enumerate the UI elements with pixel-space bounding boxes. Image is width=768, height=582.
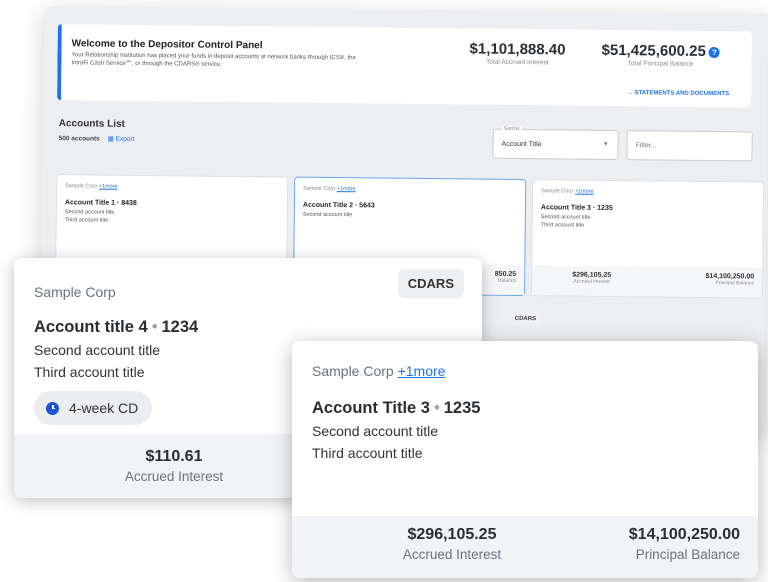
chevron-down-icon: ▾ [604, 140, 608, 148]
info-icon[interactable]: ? [708, 46, 720, 58]
card-corp: Sample Corp [34, 284, 116, 300]
principal-balance-value: $14,100,250.00 [628, 526, 740, 543]
card-corp: Sample Corp +1more [303, 185, 356, 193]
card-corp: Sample Corp +1more [541, 188, 594, 195]
card-corp: Sample Corp +1more [312, 363, 445, 379]
card-corp: Sample Corp +1more [65, 183, 118, 190]
principal-balance-label: Principal Balance [715, 280, 755, 287]
total-principal-label: Total Principal Balance [627, 60, 694, 68]
accrued-interest-label: Accrued Interest [573, 278, 610, 285]
account-card-3-zoomed[interactable]: Sample Corp +1more Account Title 3 • 1235 … [292, 341, 758, 578]
card-subtitle-1: Second account title [34, 342, 161, 358]
welcome-panel: Welcome to the Depositor Control Panel Y… [57, 24, 752, 108]
card-title: Account Title 1 · 8438 [64, 199, 137, 207]
accrued-interest-label: Accrued Interest [124, 469, 224, 484]
cdars-badge: CDARS [510, 312, 541, 326]
card-title: Account Title 3 • 1235 [312, 399, 480, 418]
total-accrued-label: Total Accrued Interest [486, 58, 549, 67]
sort-value: Account Title [501, 140, 542, 149]
cdars-badge: CDARS [397, 269, 464, 298]
account-number: 1235 [443, 399, 481, 417]
welcome-title: Welcome to the Depositor Control Panel [71, 38, 263, 52]
accrued-interest-value: $296,105.25 [407, 526, 497, 543]
filter-placeholder: Filter... [635, 142, 657, 150]
term-chip: 4-week CD [34, 391, 153, 425]
welcome-body: Your Relationship Institution has placed… [71, 52, 356, 68]
card-subtitle-2: Third account title [34, 364, 145, 380]
principal-balance-label: Balance [498, 277, 517, 284]
account-card-3[interactable]: Sample Corp +1more Account Title 3 · 123… [530, 179, 765, 299]
total-principal-value: $51,425,600.25 [601, 41, 706, 60]
title-separator: • [151, 318, 158, 336]
sort-select[interactable]: Sort by Account Title ▾ [492, 125, 619, 161]
account-title: Account Title 3 [312, 399, 430, 417]
card-subtitle-1: Second account title [540, 214, 591, 221]
accounts-list-title: Accounts List [58, 118, 125, 130]
title-separator: • [433, 399, 440, 417]
card-subtitle-1: Second account title [312, 423, 439, 439]
sort-label: Sort by [501, 125, 522, 133]
card-footer: $296,105.25 Accrued Interest $14,100,250.… [531, 265, 763, 298]
card-subtitle-2: Third account title [312, 445, 423, 461]
accounts-count-row: 500 accounts ▦ Export [59, 134, 135, 143]
card-subtitle-1: Second account title [302, 211, 353, 219]
card-subtitle-1: Second account title [64, 209, 115, 216]
total-accrued-stat: $1,101,888.40 Total Accrued Interest [469, 40, 565, 66]
accrued-interest-label: Accrued Interest [402, 547, 502, 562]
card-footer: $296,105.25 Accrued Interest $14,100,250… [292, 516, 758, 578]
accounts-count: 500 accounts [58, 135, 100, 143]
account-number: 1234 [161, 318, 199, 336]
card-subtitle-2: Third account title [540, 222, 585, 229]
export-button[interactable]: ▦ Export [108, 136, 135, 143]
card-title: Account title 4 • 1234 [34, 318, 198, 337]
clock-icon [46, 401, 59, 415]
term-label: 4-week CD [69, 400, 139, 416]
card-subtitle-2: Third account title [64, 217, 109, 224]
total-accrued-value: $1,101,888.40 [469, 40, 566, 59]
statements-link[interactable]: → STATEMENTS AND DOCUMENTS [627, 90, 729, 97]
export-label: Export [115, 135, 135, 143]
card-title: Account Title 3 · 1235 [540, 204, 613, 212]
corp-name: Sample Corp [312, 363, 394, 379]
card-title: Account Title 2 · 5643 [302, 201, 375, 210]
principal-balance-label: Principal Balance [635, 547, 740, 562]
filter-input[interactable]: Filter... [626, 130, 753, 162]
total-principal-stat: $51,425,600.25? Total Principal Balance [601, 42, 720, 68]
more-owners-link[interactable]: +1more [398, 363, 446, 379]
accrued-interest-value: $110.61 [145, 448, 203, 465]
account-title: Account title 4 [34, 318, 148, 336]
